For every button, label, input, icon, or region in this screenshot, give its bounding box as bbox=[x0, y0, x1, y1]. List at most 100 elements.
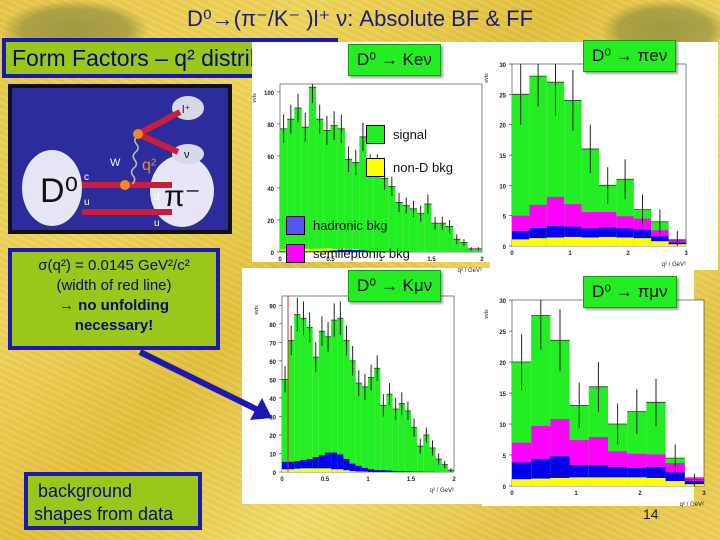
y-tick-label: 20 bbox=[267, 219, 274, 225]
bar-non-D-bkg bbox=[633, 238, 652, 246]
bar-non-D-bkg bbox=[599, 236, 617, 246]
bar-non-D-bkg bbox=[588, 477, 608, 486]
y-axis-label: evts bbox=[484, 309, 490, 319]
bar-semileptonic-bkg bbox=[512, 442, 532, 463]
bar-hadronic-bkg bbox=[380, 470, 387, 472]
y-axis-label: evts bbox=[484, 73, 490, 83]
y-tick-label: 60 bbox=[269, 360, 276, 366]
y-tick-label: 30 bbox=[269, 415, 276, 421]
bar-signal bbox=[355, 383, 362, 472]
bar-semileptonic-bkg bbox=[627, 453, 647, 469]
bar-hadronic-bkg bbox=[651, 236, 669, 242]
bar-non-D-bkg bbox=[300, 468, 307, 472]
bar-hadronic-bkg bbox=[337, 454, 344, 470]
bar-hadronic-bkg bbox=[627, 468, 647, 478]
y-tick-label: 5 bbox=[503, 454, 507, 460]
bar-hadronic-bkg bbox=[404, 471, 411, 472]
x-axis-label: q² / GeV² bbox=[680, 502, 704, 508]
bar-non-D-bkg bbox=[646, 477, 666, 486]
bar-signal bbox=[349, 360, 356, 472]
bar-non-D-bkg bbox=[529, 238, 547, 246]
bar-non-D-bkg bbox=[337, 469, 344, 472]
bar-hadronic-bkg bbox=[398, 471, 405, 472]
y-tick-label: 80 bbox=[269, 323, 276, 329]
bar-semileptonic-bkg bbox=[550, 419, 570, 457]
bar-semileptonic-bkg bbox=[529, 204, 547, 228]
page-number: 14 bbox=[643, 506, 659, 522]
bar-non-D-bkg bbox=[318, 468, 325, 472]
bar-hadronic-bkg bbox=[599, 227, 617, 237]
x-tick-label: 2 bbox=[638, 491, 642, 497]
y-tick-label: 20 bbox=[499, 124, 506, 130]
bar-non-D-bkg bbox=[569, 477, 589, 486]
bar-non-D-bkg bbox=[564, 236, 582, 246]
bar-signal bbox=[312, 357, 319, 472]
y-tick-label: 100 bbox=[264, 91, 275, 97]
y-tick-label: 0 bbox=[271, 251, 275, 257]
bar-semileptonic-bkg bbox=[512, 215, 530, 231]
tag-pimunu-text: D⁰ → πμν bbox=[592, 282, 668, 301]
x-tick-label: 0.5 bbox=[321, 477, 330, 483]
bar-semileptonic-bkg bbox=[599, 212, 617, 228]
bar-signal bbox=[343, 340, 350, 472]
y-tick-label: 40 bbox=[267, 187, 274, 193]
tag-pienu: D⁰ → πeν bbox=[583, 40, 677, 72]
bar-non-D-bkg bbox=[355, 471, 362, 472]
tag-pienu-text: D⁰ → πeν bbox=[592, 46, 668, 65]
y-tick-label: 5 bbox=[503, 215, 507, 221]
y-tick-label: 25 bbox=[499, 93, 506, 99]
y-tick-label: 30 bbox=[499, 299, 506, 305]
bar-signal bbox=[325, 336, 332, 472]
bar-hadronic-bkg bbox=[312, 457, 319, 469]
bar-signal bbox=[344, 159, 353, 252]
legend-swatch-semilep bbox=[286, 244, 305, 263]
y-tick-label: 40 bbox=[269, 397, 276, 403]
y-tick-label: 70 bbox=[269, 341, 276, 347]
y-tick-label: 30 bbox=[499, 63, 506, 69]
bar-hadronic-bkg bbox=[531, 458, 551, 479]
bar-hadronic-bkg bbox=[282, 461, 289, 470]
bar-hadronic-bkg bbox=[355, 465, 362, 472]
bar-non-D-bkg bbox=[608, 477, 628, 486]
bar-hadronic-bkg bbox=[546, 225, 565, 238]
bar-non-D-bkg bbox=[627, 477, 647, 486]
bar-signal bbox=[337, 318, 344, 472]
bar-signal bbox=[373, 165, 381, 252]
bar-hadronic-bkg bbox=[288, 461, 295, 470]
y-tick-label: 25 bbox=[499, 330, 506, 336]
legend-swatch-nond bbox=[366, 158, 385, 177]
bar-hadronic-bkg bbox=[564, 226, 582, 237]
bar-semileptonic-bkg bbox=[646, 454, 666, 467]
legend-hadronic: hadronic bkg bbox=[286, 216, 387, 235]
x-tick-label: 2 bbox=[626, 251, 630, 257]
bar-non-D-bkg bbox=[306, 468, 313, 472]
bar-hadronic-bkg bbox=[512, 462, 532, 480]
x-tick-label: 0 bbox=[278, 257, 282, 263]
bar-hadronic-bkg bbox=[581, 228, 599, 238]
bar-signal bbox=[306, 327, 313, 472]
x-axis-label: q² / GeV² bbox=[458, 268, 482, 274]
y-tick-label: 50 bbox=[269, 378, 276, 384]
bar-non-D-bkg bbox=[550, 477, 570, 486]
bar-signal bbox=[352, 162, 360, 252]
x-tick-label: 1.5 bbox=[427, 257, 436, 263]
legend-semilep: semileptonic bkg bbox=[286, 244, 410, 263]
bar-non-D-bkg bbox=[325, 468, 332, 472]
bar-hadronic-bkg bbox=[318, 455, 325, 469]
y-tick-label: 15 bbox=[499, 392, 506, 398]
bar-non-D-bkg bbox=[531, 478, 551, 486]
x-axis-label: q² / GeV² bbox=[662, 262, 686, 268]
tag-kenu-text: D⁰ → Keν bbox=[357, 50, 432, 69]
bar-signal bbox=[366, 165, 374, 252]
legend-label-semilep: semileptonic bkg bbox=[313, 246, 410, 261]
bar-signal bbox=[318, 331, 325, 472]
x-tick-label: 1 bbox=[366, 477, 370, 483]
legend-swatch-signal bbox=[366, 125, 385, 144]
bar-hadronic-bkg bbox=[361, 467, 368, 472]
bar-signal bbox=[374, 368, 381, 472]
bar-semileptonic-bkg bbox=[608, 451, 628, 467]
x-tick-label: 1 bbox=[568, 251, 572, 257]
bar-non-D-bkg bbox=[349, 471, 356, 472]
bar-hadronic-bkg bbox=[529, 227, 547, 239]
bar-hadronic-bkg bbox=[646, 466, 666, 478]
